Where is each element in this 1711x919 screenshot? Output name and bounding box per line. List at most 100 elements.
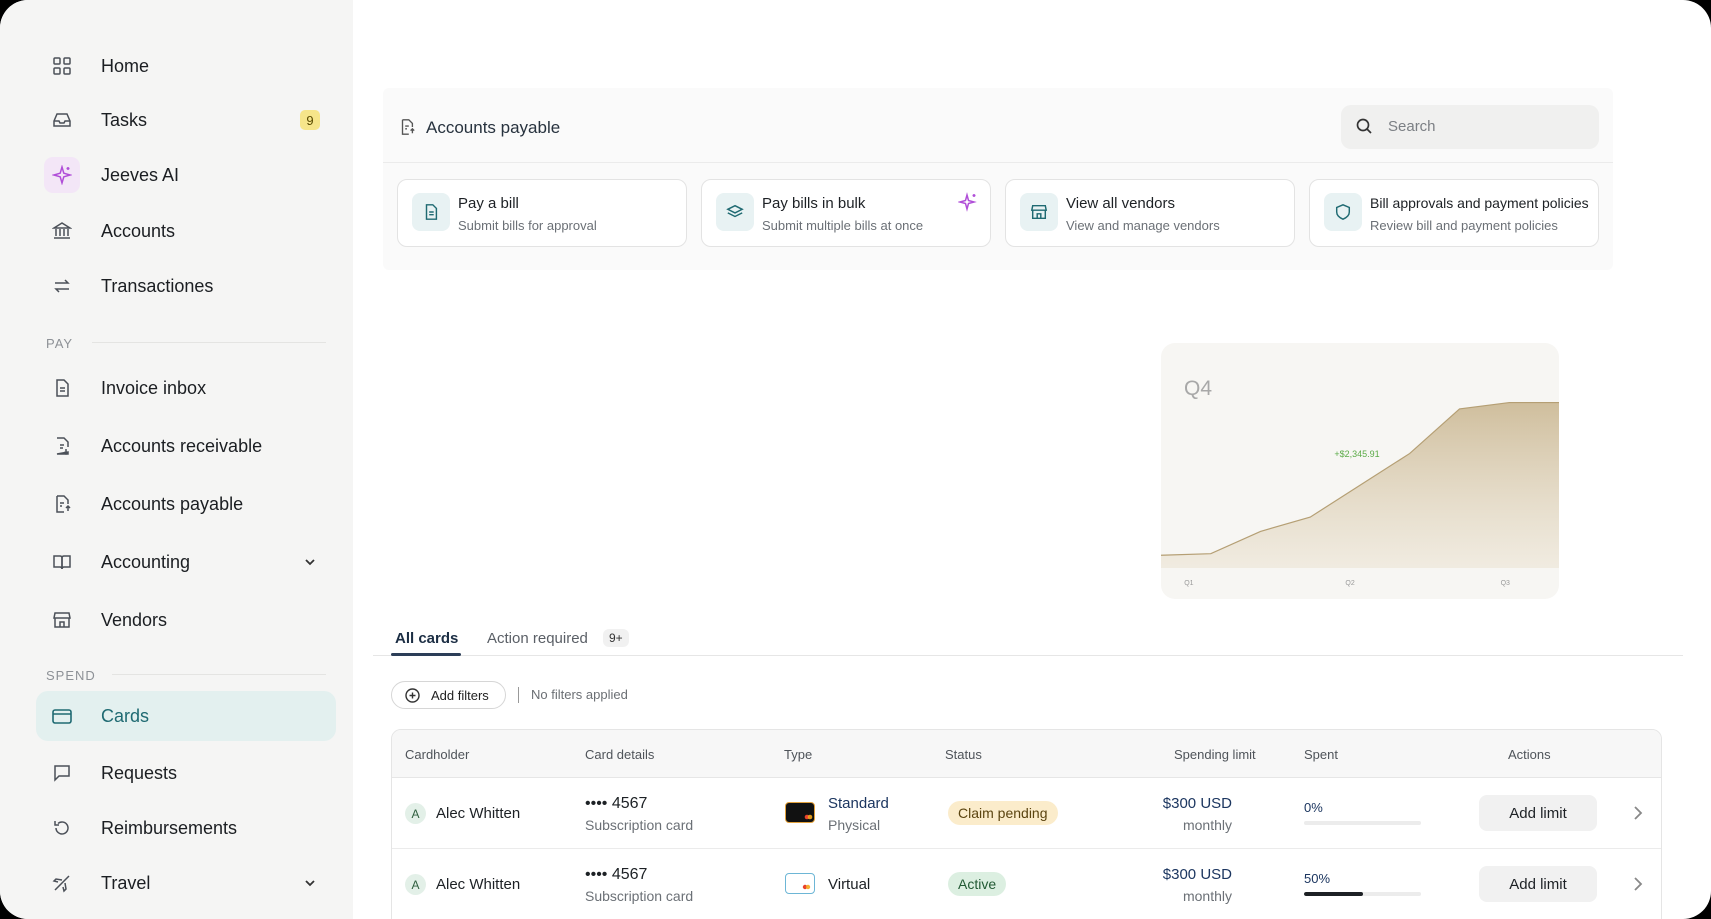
sidebar-item-tasks[interactable]: Tasks 9 xyxy=(36,95,336,145)
table-row[interactable]: A Alec Whitten •••• 4567 Subscription ca… xyxy=(392,849,1661,919)
grid-icon xyxy=(50,54,74,78)
chevron-right-icon[interactable] xyxy=(1629,803,1647,823)
action-title: Pay bills in bulk xyxy=(762,195,866,212)
bank-icon xyxy=(50,219,74,243)
sidebar-item-vendors[interactable]: Vendors xyxy=(36,595,336,645)
tab-action-required[interactable]: Action required xyxy=(487,630,588,647)
column-header: Actions xyxy=(1508,747,1551,762)
action-title: View all vendors xyxy=(1066,195,1175,212)
document-icon xyxy=(50,376,74,400)
status-badge: Claim pending xyxy=(948,801,1058,825)
status-badge: Active xyxy=(948,872,1007,896)
add-filters-label: Add filters xyxy=(431,688,489,703)
spent-progress-bar xyxy=(1304,821,1421,825)
accounts-payable-header: Accounts payable Search xyxy=(383,88,1613,163)
store-icon xyxy=(1020,193,1058,231)
column-header: Spent xyxy=(1304,747,1338,762)
chart-title: Q4 xyxy=(1184,377,1212,400)
card-type-sub: Physical xyxy=(828,817,881,833)
accounts-payable-panel: Accounts payable Search Pay a bill Submi… xyxy=(383,88,1613,270)
add-filters-button[interactable]: Add filters xyxy=(391,681,506,709)
sidebar-item-label: Accounts xyxy=(101,220,176,241)
receivable-icon xyxy=(50,434,74,458)
spending-limit: $300 USD xyxy=(1162,795,1232,812)
sidebar-item-reimbursements[interactable]: Reimbursements xyxy=(36,803,336,853)
sidebar-item-label: Accounts payable xyxy=(101,493,244,514)
action-title: Bill approvals and payment policies xyxy=(1370,195,1589,211)
card-tabs: All cards Action required 9+ xyxy=(373,620,1683,656)
search-placeholder: Search xyxy=(1388,118,1436,135)
sidebar-item-label: Tasks xyxy=(101,109,148,130)
spending-limit: $300 USD xyxy=(1162,866,1232,883)
virtual-card-icon xyxy=(785,873,815,894)
column-header: Card details xyxy=(585,747,655,762)
payable-icon xyxy=(398,118,416,136)
add-limit-button[interactable]: Add limit xyxy=(1479,795,1597,831)
section-divider xyxy=(92,342,326,343)
view-all-vendors-card[interactable]: View all vendors View and manage vendors xyxy=(1005,179,1295,247)
sidebar-item-label: Home xyxy=(101,55,150,76)
page-title: Accounts payable xyxy=(426,118,561,137)
spent-percent: 50% xyxy=(1304,871,1331,886)
pay-a-bill-card[interactable]: Pay a bill Submit bills for approval xyxy=(397,179,687,247)
card-type: Virtual xyxy=(828,876,871,893)
chevron-right-icon[interactable] xyxy=(1629,874,1647,894)
tab-all-cards[interactable]: All cards xyxy=(395,630,458,647)
card-label: Subscription card xyxy=(585,817,694,833)
sidebar-item-jeeves-ai[interactable]: Jeeves AI xyxy=(36,150,336,200)
action-required-badge: 9+ xyxy=(603,629,629,647)
table-row[interactable]: A Alec Whitten •••• 4567 Subscription ca… xyxy=(392,778,1661,849)
bill-approvals-card[interactable]: Bill approvals and payment policies Revi… xyxy=(1309,179,1599,247)
refresh-icon xyxy=(50,816,74,840)
message-icon xyxy=(50,761,74,785)
card-number: •••• 4567 xyxy=(585,866,648,883)
sidebar-item-label: Accounts receivable xyxy=(101,435,263,456)
payable-icon xyxy=(50,492,74,516)
avatar: A xyxy=(405,874,426,895)
plus-circle-icon xyxy=(404,687,421,704)
x-tick-label: Q2 xyxy=(1345,580,1354,587)
sidebar-item-accounting[interactable]: Accounting xyxy=(36,537,336,587)
active-tab-indicator xyxy=(391,653,461,656)
chart-annotation: +$2,345.91 xyxy=(1334,449,1379,459)
sidebar-item-cards[interactable]: Cards xyxy=(36,691,336,741)
x-tick-label: Q3 xyxy=(1501,580,1510,587)
card-icon xyxy=(50,704,74,728)
book-icon xyxy=(50,550,74,574)
action-title: Pay a bill xyxy=(458,195,519,212)
column-header: Cardholder xyxy=(405,747,470,762)
sidebar-item-transactions[interactable]: Transactiones xyxy=(36,261,336,311)
action-subtitle: View and manage vendors xyxy=(1066,218,1220,233)
sparkle-icon xyxy=(50,163,74,187)
pay-bills-in-bulk-card[interactable]: Pay bills in bulk Submit multiple bills … xyxy=(701,179,991,247)
physical-card-icon xyxy=(785,802,815,823)
sidebar-item-label: Invoice inbox xyxy=(101,377,207,398)
sidebar-item-travel[interactable]: Travel xyxy=(36,858,336,908)
spending-limit-period: monthly xyxy=(1182,817,1232,833)
sidebar-item-accounts-payable[interactable]: Accounts payable xyxy=(36,479,336,529)
column-header: Type xyxy=(784,747,813,762)
action-subtitle: Submit multiple bills at once xyxy=(762,218,924,233)
sidebar-item-label: Cards xyxy=(101,705,150,726)
sidebar-item-label: Vendors xyxy=(101,609,168,630)
sidebar-item-accounts-receivable[interactable]: Accounts receivable xyxy=(36,421,336,471)
sidebar-item-home[interactable]: Home xyxy=(36,41,336,91)
card-type: Standard xyxy=(828,795,889,812)
chevron-down-icon[interactable] xyxy=(300,873,320,893)
transfer-icon xyxy=(50,274,74,298)
sidebar-item-requests[interactable]: Requests xyxy=(36,748,336,798)
search-input[interactable]: Search xyxy=(1341,105,1599,149)
store-icon xyxy=(50,608,74,632)
chevron-down-icon[interactable] xyxy=(300,552,320,572)
sidebar-item-label: Travel xyxy=(101,872,151,893)
filter-divider xyxy=(518,687,519,703)
app-frame: Home Tasks 9 Jeeves AI Accounts Transact… xyxy=(0,0,1711,919)
layers-icon xyxy=(716,193,754,231)
x-tick-label: Q1 xyxy=(1184,580,1193,587)
add-limit-button[interactable]: Add limit xyxy=(1479,866,1597,902)
sidebar-item-invoice-inbox[interactable]: Invoice inbox xyxy=(36,363,336,413)
sidebar-item-accounts[interactable]: Accounts xyxy=(36,206,336,256)
table-header: Cardholder Card details Type Status Spen… xyxy=(392,730,1661,778)
sparkle-icon xyxy=(957,192,978,212)
section-label-spend: SPEND xyxy=(46,668,96,683)
